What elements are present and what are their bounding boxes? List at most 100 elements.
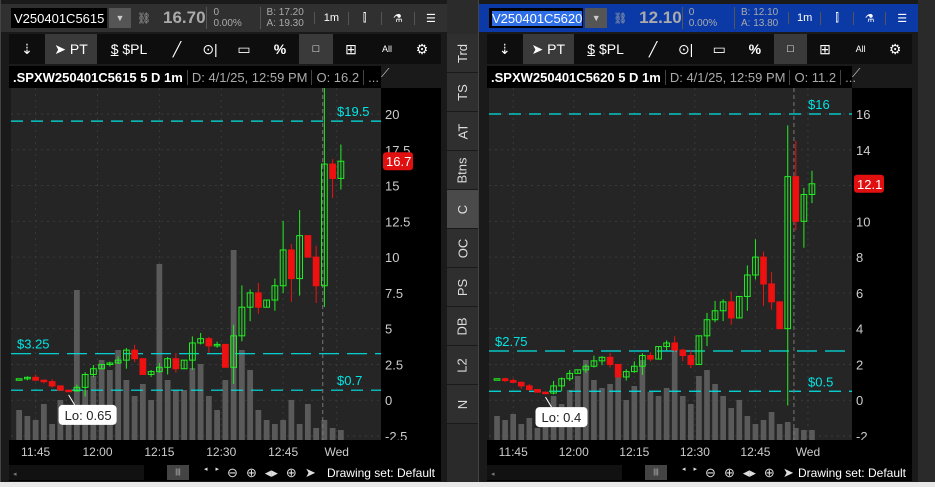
- volume-bar: [98, 360, 105, 440]
- right-edge-strip: [918, 0, 935, 482]
- y-tick-label: 8: [856, 250, 863, 265]
- bar-date: D: 4/1/25, 12:59 PM: [666, 69, 791, 85]
- side-tab-ts[interactable]: TS: [447, 73, 478, 112]
- vertical-line-tool-icon[interactable]: ⊙|: [193, 34, 227, 64]
- studies-flask-icon[interactable]: ⚗: [852, 11, 886, 25]
- chart-symbol-title: .SPXW250401C5620 5 D 1m: [487, 69, 666, 85]
- candle-body: [501, 378, 509, 382]
- volume-bar: [712, 384, 718, 440]
- scroll-right-icon[interactable]: ▸: [216, 465, 220, 481]
- side-tab-l2[interactable]: L2: [447, 346, 478, 385]
- rectangle-tool-icon[interactable]: ▭: [227, 34, 261, 64]
- scroll-right-icon[interactable]: ▸: [694, 465, 698, 481]
- side-tab-label: TS: [455, 83, 470, 101]
- side-tab-strip: Trd TS AT Btns C OC PS DB L2 N: [447, 34, 478, 482]
- symbol-dropdown-button[interactable]: ▼: [585, 8, 608, 28]
- volume-bar: [615, 370, 621, 440]
- volume-bar: [304, 404, 311, 440]
- settings-gear-icon[interactable]: ⚙: [878, 34, 912, 64]
- fit-icon[interactable]: ◂▸: [743, 465, 756, 481]
- side-tab-trd[interactable]: Trd: [447, 34, 478, 73]
- percent-tool-button[interactable]: %: [261, 34, 299, 64]
- zoom-out-icon[interactable]: ⊖: [227, 465, 238, 481]
- cursor-icon[interactable]: ➤: [305, 465, 316, 481]
- y-tick-label: 4: [856, 322, 863, 337]
- menu-icon[interactable]: ☰: [885, 11, 918, 25]
- net-change: 0: [213, 7, 220, 18]
- studies-icon[interactable]: ⟋: [381, 66, 393, 88]
- drawing-set-selector[interactable]: Drawing set: Default: [798, 466, 906, 480]
- cursor-icon[interactable]: ➤: [783, 465, 794, 481]
- all-button[interactable]: All: [369, 34, 405, 64]
- volume-bar: [24, 416, 31, 440]
- horizontal-scrollbar[interactable]: ◂: [487, 465, 622, 480]
- symbol-input[interactable]: V250401C5620 ▼: [489, 8, 608, 28]
- percent-tool-button[interactable]: %: [736, 34, 774, 64]
- side-tab-ps[interactable]: PS: [447, 268, 478, 307]
- zoom-in-icon[interactable]: ⊕: [246, 465, 257, 481]
- chart-style-icon[interactable]: ⫿: [347, 11, 381, 25]
- x-tick-label: 11:45: [498, 445, 528, 459]
- side-tab-btns[interactable]: Btns: [447, 151, 478, 190]
- single-layout-icon[interactable]: □: [299, 34, 333, 64]
- candle-body: [56, 385, 64, 391]
- vertical-line-tool-icon[interactable]: ⊙|: [669, 34, 703, 64]
- pin-icon[interactable]: ⇣: [487, 34, 523, 64]
- chart-style-icon[interactable]: ⫿: [820, 11, 853, 25]
- side-tab-label: DB: [455, 316, 470, 336]
- pl-tool-button[interactable]: $ $PL: [97, 34, 161, 64]
- pointer-tool-button[interactable]: ➤ PT: [522, 34, 574, 64]
- symbol-dropdown-button[interactable]: ▼: [109, 8, 132, 28]
- all-button[interactable]: All: [843, 34, 879, 64]
- scrollbar-thumb[interactable]: |||: [167, 465, 189, 480]
- price-chart[interactable]: 2017.51512.5107.552.50-2.5$19.5$3.25$0.7…: [1, 88, 447, 440]
- menu-icon[interactable]: ☰: [413, 11, 447, 25]
- candle-body: [48, 381, 56, 387]
- side-tab-at[interactable]: AT: [447, 112, 478, 151]
- chart-panel-right: V250401C5620 ▼ ⛓ 12.10 0 0.00% B: 12.10 A: …: [478, 0, 918, 482]
- pl-tool-button[interactable]: $ $PL: [574, 34, 637, 64]
- horizontal-scrollbar[interactable]: ◂: [9, 465, 144, 480]
- drawing-set-selector[interactable]: Drawing set: Default: [327, 466, 435, 480]
- candle-body: [792, 176, 800, 222]
- volume-bar: [510, 414, 517, 440]
- candle-body: [254, 292, 262, 308]
- rectangle-tool-icon[interactable]: ▭: [702, 34, 736, 64]
- zoom-in-icon[interactable]: ⊕: [724, 465, 735, 481]
- crosshair-icon[interactable]: ⊕: [286, 465, 297, 481]
- side-tab-db[interactable]: DB: [447, 307, 478, 346]
- candle-body: [205, 338, 213, 347]
- side-tab-c[interactable]: C: [447, 190, 478, 229]
- chart-title-bar: .SPXW250401C5615 5 D 1m D: 4/1/25, 12:59…: [9, 66, 381, 88]
- side-tab-n[interactable]: N: [447, 385, 478, 424]
- fit-icon[interactable]: ◂▸: [265, 465, 278, 481]
- bar-open: O: 16.2: [312, 69, 365, 85]
- line-tool-icon[interactable]: ╱: [637, 34, 669, 64]
- link-icon[interactable]: ⛓: [613, 12, 627, 25]
- line-tool-icon[interactable]: ╱: [161, 34, 193, 64]
- price-chart[interactable]: 1614121086420-2$16$2.75$0.5Lo: 0.412.1: [479, 88, 918, 440]
- plot-area: [489, 88, 852, 440]
- interval-button[interactable]: 1m: [314, 12, 347, 24]
- grid-layout-icon[interactable]: ⊞: [333, 34, 369, 64]
- zoom-out-icon[interactable]: ⊖: [705, 465, 716, 481]
- volume-bar: [40, 404, 47, 440]
- pin-icon[interactable]: ⇣: [9, 34, 45, 64]
- settings-gear-icon[interactable]: ⚙: [405, 34, 439, 64]
- side-tab-oc[interactable]: OC: [447, 229, 478, 268]
- scrollbar-thumb[interactable]: |||: [645, 465, 667, 480]
- pointer-tool-button[interactable]: ➤ PT: [45, 34, 97, 64]
- studies-icon[interactable]: ⟋: [852, 66, 864, 88]
- scroll-left-icon[interactable]: ◂: [682, 465, 686, 481]
- interval-button[interactable]: 1m: [787, 12, 821, 24]
- scroll-left-icon[interactable]: ◂: [204, 465, 208, 481]
- single-layout-icon[interactable]: □: [773, 34, 808, 64]
- crosshair-icon[interactable]: ⊕: [764, 465, 775, 481]
- link-icon[interactable]: ⛓: [137, 12, 151, 25]
- symbol-input[interactable]: V250401C5615 ▼: [11, 8, 132, 28]
- studies-flask-icon[interactable]: ⚗: [380, 11, 414, 25]
- volume-bar: [631, 386, 638, 440]
- y-tick-label: 16: [856, 107, 870, 122]
- volume-bar: [288, 400, 295, 440]
- grid-layout-icon[interactable]: ⊞: [807, 34, 843, 64]
